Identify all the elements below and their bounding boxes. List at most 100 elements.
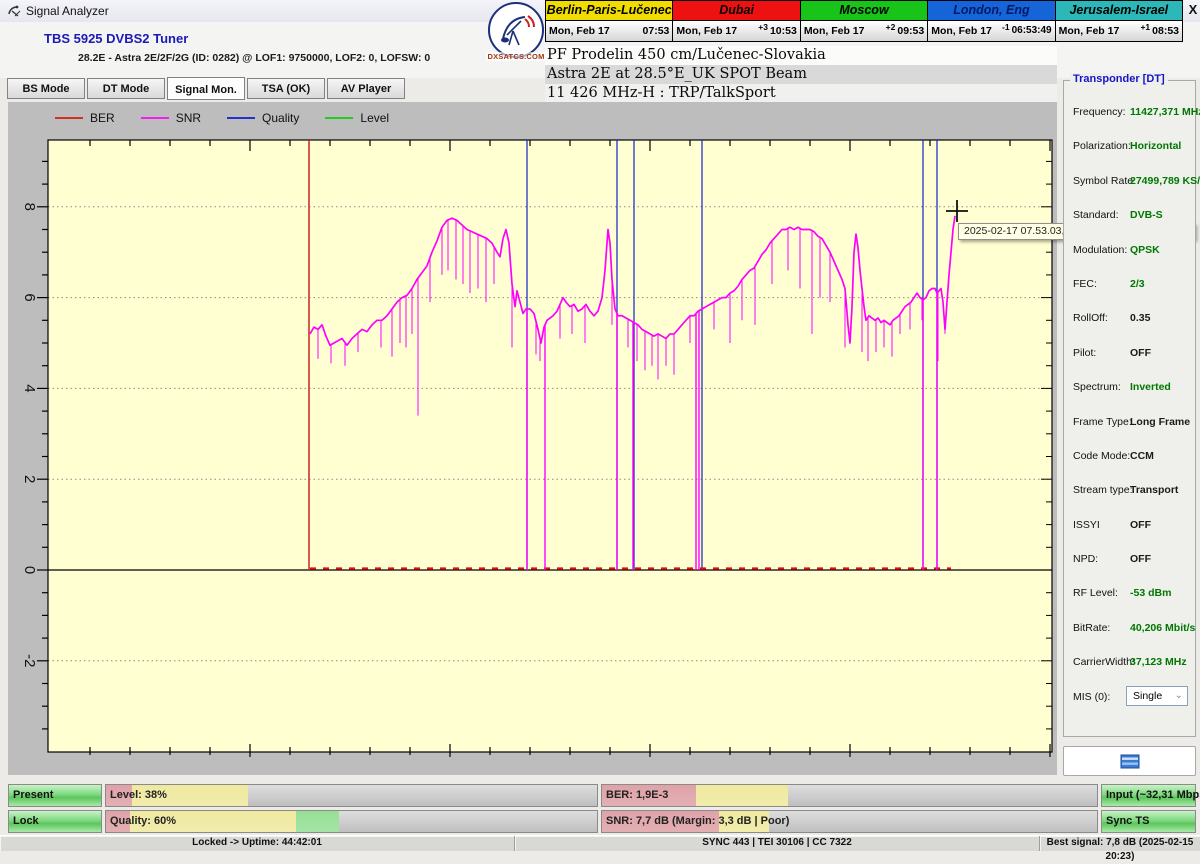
signal-chart-area[interactable]: 86420-2 BERSNRQualityLevel bbox=[8, 102, 1057, 775]
meter-label-snr: SNR: 7,7 dB (Margin: 3,3 dB | Poor) bbox=[606, 811, 789, 832]
y-axis-label: 0 bbox=[21, 566, 38, 574]
tab-signal-mon[interactable]: Signal Mon. bbox=[167, 77, 245, 100]
transponder-row-code-mode: Code Mode:CCM bbox=[1064, 440, 1195, 474]
transponder-row-value: OFF bbox=[1130, 347, 1151, 359]
clock-date: Mon, Feb 17 bbox=[804, 25, 886, 37]
clock-time-row: Mon, Feb 1707:53 bbox=[546, 21, 672, 41]
tab-dt-mode[interactable]: DT Mode bbox=[87, 78, 165, 99]
transponder-row-fec: FEC: 2/3 bbox=[1064, 268, 1195, 302]
clock-time: 07:53 bbox=[643, 25, 670, 37]
legend-label: BER bbox=[90, 111, 115, 125]
transponder-row-value: 37,123 MHz bbox=[1130, 656, 1187, 668]
status-uptime: Locked -> Uptime: 44:42:01 bbox=[0, 836, 515, 851]
transponder-row-symbol-rate: Symbol Rate:27499,789 KS/s bbox=[1064, 165, 1195, 199]
close-icon[interactable]: X bbox=[1185, 2, 1200, 20]
transponder-row-value: 2/3 bbox=[1130, 278, 1145, 290]
y-axis-label: 2 bbox=[21, 475, 38, 483]
transponder-row-value: 27499,789 KS/s bbox=[1130, 175, 1200, 187]
transponder-row-label: Stream type: bbox=[1073, 484, 1133, 496]
signal-chart-svg[interactable]: 86420-2 bbox=[8, 102, 1057, 775]
overlay-line-antenna: PF Prodelin 450 cm/Lučenec-Slovakia bbox=[545, 46, 1057, 65]
logo-text: DXSATCS.COM bbox=[486, 52, 546, 61]
clock-utc-offset: +2 bbox=[886, 22, 896, 32]
window-title: Signal Analyzer bbox=[26, 4, 109, 18]
y-axis-label: 4 bbox=[21, 384, 38, 392]
transponder-row-label: BitRate: bbox=[1073, 622, 1110, 634]
clock-time-row: Mon, Feb 17-106:53:49 bbox=[928, 21, 1054, 41]
app-icon bbox=[7, 4, 21, 18]
transponder-row-rolloff: RollOff: 0.35 bbox=[1064, 302, 1195, 336]
transponder-row-issyi: ISSYI OFF bbox=[1064, 509, 1195, 543]
clock-date: Mon, Feb 17 bbox=[676, 25, 758, 37]
transponder-row-value: Horizontal bbox=[1130, 140, 1181, 152]
transponder-row-value: Transport bbox=[1130, 484, 1178, 496]
clock-city-label: London, Eng bbox=[928, 1, 1054, 21]
transponder-row-label: RollOff: bbox=[1073, 312, 1108, 324]
clock-time-row: Mon, Feb 17+108:53 bbox=[1056, 21, 1182, 41]
transponder-row-value: 11427,371 MHz bbox=[1130, 106, 1200, 118]
clock-date: Mon, Feb 17 bbox=[931, 25, 1002, 37]
transponder-panel: Transponder [DT] Frequency:11427,371 MHz… bbox=[1063, 80, 1196, 737]
clock-time: 10:53 bbox=[770, 25, 797, 37]
y-axis-label: 6 bbox=[21, 293, 38, 301]
y-axis-label: -2 bbox=[21, 654, 38, 667]
transponder-row-label: Spectrum: bbox=[1073, 381, 1121, 393]
meter-ber: BER: 1,9E-3 bbox=[601, 784, 1098, 807]
legend-label: Quality bbox=[262, 111, 299, 125]
transponder-row-standard: Standard:DVB-S bbox=[1064, 199, 1195, 233]
clock-date: Mon, Feb 17 bbox=[549, 25, 641, 37]
transponder-row-value: Inverted bbox=[1130, 381, 1171, 393]
clock-time: 06:53:49 bbox=[1012, 25, 1052, 36]
meter-level: Level: 38% bbox=[105, 784, 598, 807]
clock-time: 09:53 bbox=[897, 25, 924, 37]
transponder-row-value: 40,206 Mbit/s bbox=[1130, 622, 1195, 634]
save-button[interactable] bbox=[1063, 746, 1196, 776]
overlay-line-frequency: 11 426 MHz-H : TRP/TalkSport bbox=[545, 84, 1057, 103]
transponder-panel-title: Transponder [DT] bbox=[1070, 73, 1168, 85]
transponder-row-value: OFF bbox=[1130, 519, 1151, 531]
legend-item-ber: BER bbox=[55, 111, 115, 125]
transponder-row-value: -53 dBm bbox=[1130, 587, 1171, 599]
clock-city-label: Jerusalem-Israel bbox=[1056, 1, 1182, 21]
transponder-row-label: ISSYI bbox=[1073, 519, 1100, 531]
transponder-row-label: Pilot: bbox=[1073, 347, 1096, 359]
transponder-row-modulation: Modulation:QPSK bbox=[1064, 234, 1195, 268]
clock-time-row: Mon, Feb 17+310:53 bbox=[673, 21, 799, 41]
transponder-row-frame-type: Frame Type:Long Frame bbox=[1064, 406, 1195, 440]
clock-utc-offset: +3 bbox=[758, 22, 768, 32]
dxsatcs-logo: DXSATCS.COM bbox=[486, 2, 546, 61]
transponder-row-npd: NPD:OFF bbox=[1064, 543, 1195, 577]
transponder-row-label: Frame Type: bbox=[1073, 416, 1132, 428]
clock-berlin-paris-lu-enec: Berlin-Paris-LučenecMon, Feb 1707:53 bbox=[546, 1, 673, 41]
tab-av-player[interactable]: AV Player bbox=[327, 78, 405, 99]
satellite-dish-icon bbox=[488, 2, 544, 58]
tuner-details: 28.2E - Astra 2E/2F/2G (ID: 0282) @ LOF1… bbox=[78, 52, 430, 64]
legend-line-quality bbox=[227, 117, 255, 119]
transponder-row-label: Frequency: bbox=[1073, 106, 1126, 118]
legend-label: Level bbox=[360, 111, 389, 125]
meter-label-quality: Quality: 60% bbox=[110, 811, 176, 832]
mode-tabs: BS ModeDT ModeSignal Mon.TSA (OK)AV Play… bbox=[7, 78, 405, 100]
database-icon bbox=[1120, 754, 1140, 769]
transponder-row-value: QPSK bbox=[1130, 244, 1160, 256]
clock-jerusalem-israel: Jerusalem-IsraelMon, Feb 17+108:53 bbox=[1056, 1, 1182, 41]
mis-dropdown[interactable]: Single⌄ bbox=[1126, 686, 1188, 706]
clock-london-eng: London, EngMon, Feb 17-106:53:49 bbox=[928, 1, 1055, 41]
meter-segment bbox=[296, 811, 339, 832]
meter-label-ber: BER: 1,9E-3 bbox=[606, 785, 668, 806]
legend-item-snr: SNR bbox=[141, 111, 201, 125]
status-box-present: Present bbox=[8, 784, 102, 807]
transponder-row-label: Polarization: bbox=[1073, 140, 1131, 152]
status-box-sync-ts: Sync TS bbox=[1101, 810, 1196, 833]
meter-quality: Quality: 60% bbox=[105, 810, 598, 833]
transponder-row-value: 0.35 bbox=[1130, 312, 1150, 324]
transponder-row-label: FEC: bbox=[1073, 278, 1097, 290]
mis-row: MIS (0):Single⌄ bbox=[1064, 681, 1195, 715]
tab-bs-mode[interactable]: BS Mode bbox=[7, 78, 85, 99]
legend-line-level bbox=[325, 117, 353, 119]
status-sync-counters: SYNC 443 | TEI 30106 | CC 7322 bbox=[515, 836, 1040, 851]
tab-tsa-ok[interactable]: TSA (OK) bbox=[247, 78, 325, 99]
chart-legend: BER SNR Quality Level bbox=[55, 109, 389, 127]
legend-line-ber bbox=[55, 117, 83, 119]
status-box-lock: Lock bbox=[8, 810, 102, 833]
